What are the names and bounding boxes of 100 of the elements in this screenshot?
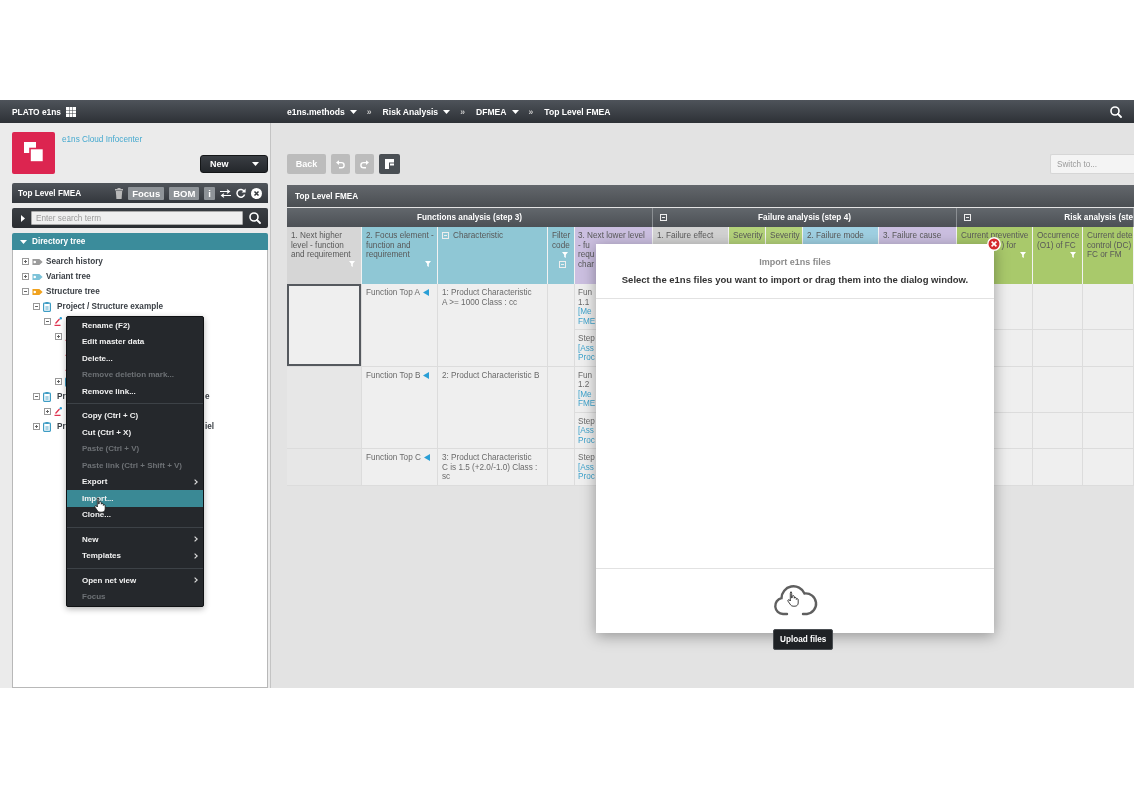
column-title: 3. Failure cause — [883, 231, 942, 241]
undo-icon — [336, 159, 345, 169]
menu-item[interactable]: Import... — [67, 490, 203, 507]
tag-icon — [32, 287, 43, 296]
panel-title: Top Level FMEA — [18, 188, 82, 198]
logo-icon — [12, 132, 55, 174]
function-name: Function Top B — [366, 370, 421, 380]
clipboard-icon — [43, 301, 51, 312]
minus-box-icon[interactable] — [22, 288, 29, 295]
column-title-fragment: - fu — [578, 240, 590, 250]
search-icon[interactable] — [1110, 105, 1122, 118]
menu-item[interactable]: Rename (F2) — [67, 317, 203, 334]
lower-level-text: 1.2 — [578, 380, 590, 390]
layout-button[interactable] — [379, 154, 400, 174]
clipboard-icon — [43, 391, 51, 402]
column-group-title: Functions analysis (step 3) — [416, 213, 523, 222]
dialog-title: Import e1ns files — [759, 256, 831, 268]
minus-box-icon[interactable] — [33, 303, 40, 310]
swap-arrows-icon[interactable] — [220, 188, 231, 198]
plus-box-icon[interactable] — [22, 273, 29, 280]
cloud-icon[interactable] — [772, 582, 818, 618]
menu-item[interactable]: Delete... — [67, 350, 203, 367]
breadcrumb-item[interactable]: DFMEA — [475, 106, 519, 117]
triangle-left-icon[interactable] — [423, 289, 429, 297]
characteristic-text: 1: Product Characteristic A >= 1000 Class : cc — [442, 288, 533, 307]
menu-item[interactable]: Templates — [67, 547, 203, 564]
refresh-icon[interactable] — [236, 188, 246, 198]
tree-item[interactable]: Search history — [46, 257, 103, 266]
triangle-left-icon[interactable] — [423, 454, 430, 462]
table-cell[interactable] — [287, 366, 362, 449]
close-icon[interactable] — [251, 187, 262, 199]
new-button[interactable]: New — [200, 155, 268, 173]
column-title: Severity — [733, 231, 763, 241]
trash-icon[interactable] — [115, 187, 124, 199]
pencil-icon — [54, 407, 63, 416]
characteristic-text: 2: Product Characteristic B — [442, 370, 541, 380]
menu-item[interactable]: Clone... — [67, 506, 203, 523]
tree-section-header[interactable]: Directory tree — [12, 233, 268, 250]
breadcrumb-current: Top Level FMEA — [544, 106, 611, 117]
column-title: 3. Next lower level — [578, 231, 645, 241]
lower-level-text: Fun — [578, 370, 593, 380]
column-title: Current preventive — [961, 231, 1029, 241]
close-icon[interactable] — [987, 237, 1001, 251]
breadcrumb-item[interactable]: e1ns.methods — [287, 106, 357, 117]
column-title: 2. Focus element - function and requirement — [366, 231, 434, 260]
plus-box-icon[interactable] — [22, 258, 29, 265]
layout-icon — [385, 159, 394, 169]
column-title-fragment: ) for — [1001, 240, 1016, 250]
lower-level-text: 1.1 — [578, 297, 590, 307]
menu-item[interactable]: Export — [67, 473, 203, 490]
column-title: 1. Next higher level - function and requirement — [291, 231, 351, 260]
plus-box-icon[interactable] — [55, 333, 62, 340]
column-group-title: Failure analysis (step 4) — [758, 213, 851, 222]
search-field[interactable]: Enter search term — [31, 211, 243, 225]
tree-item-text: e — [205, 392, 210, 401]
plus-box-icon[interactable] — [44, 408, 51, 415]
pencil-icon — [54, 317, 63, 326]
column-title: Occurrence (O1) of FC — [1037, 231, 1080, 250]
menu-item[interactable]: Remove link... — [67, 383, 203, 400]
menu-item[interactable]: New — [67, 531, 203, 548]
search-icon[interactable] — [249, 212, 261, 224]
characteristic-text: 3: Product Characteristic C is 1.5 (+2.0/-1.0) Class : sc — [442, 453, 539, 482]
tree-item[interactable]: Project / Structure example — [57, 302, 164, 311]
switch-to-field[interactable]: Switch to... — [1050, 154, 1134, 174]
apps-grid-icon[interactable] — [66, 106, 77, 117]
lower-level-text: Fun — [578, 288, 593, 298]
menu-item[interactable]: Cut (Ctrl + X) — [67, 424, 203, 441]
tree-item[interactable]: Pr — [57, 422, 66, 431]
column-title: 2. Failure mode — [807, 231, 864, 241]
clipboard-icon — [43, 421, 51, 432]
breadcrumb-separator: » — [366, 106, 372, 117]
breadcrumb-separator: » — [460, 106, 465, 117]
app-name: PLATO e1ns — [12, 106, 62, 117]
caret-down-icon — [252, 162, 259, 166]
triangle-left-icon[interactable] — [423, 371, 430, 379]
column-title: Current dete control (DC) FC or FM — [1087, 231, 1133, 260]
column-title: Severity — [770, 231, 800, 241]
function-name: Function Top A — [366, 288, 420, 298]
dialog-instruction: Select the e1ns files you want to import or drag them into the dialog window. — [621, 274, 969, 286]
tree-item[interactable]: Pr — [57, 392, 66, 401]
table-cell[interactable] — [287, 284, 362, 367]
breadcrumb-separator: » — [528, 106, 534, 117]
plus-box-icon[interactable] — [55, 378, 62, 385]
column-group-title: Risk analysis (ste — [1064, 213, 1133, 222]
tag-icon — [32, 272, 43, 281]
tree-item[interactable]: Variant tree — [46, 272, 91, 281]
caret-right-icon[interactable] — [21, 214, 25, 222]
tree-item-text: iel — [205, 422, 215, 431]
tree-item[interactable]: Structure tree — [46, 287, 100, 296]
lower-level-text: Step — [578, 416, 595, 426]
menu-item[interactable]: Edit master data — [67, 333, 203, 350]
column-title-fragment: char — [578, 259, 594, 269]
menu-item[interactable]: Copy (Ctrl + C) — [67, 407, 203, 424]
breadcrumb-item[interactable]: Risk Analysis — [382, 106, 451, 117]
plus-box-icon[interactable] — [33, 423, 40, 430]
function-name: Function Top C — [366, 453, 421, 463]
minus-box-icon[interactable] — [33, 393, 40, 400]
minus-box-icon[interactable] — [44, 318, 51, 325]
tag-icon — [32, 257, 43, 266]
menu-item[interactable]: Open net view — [67, 572, 203, 589]
